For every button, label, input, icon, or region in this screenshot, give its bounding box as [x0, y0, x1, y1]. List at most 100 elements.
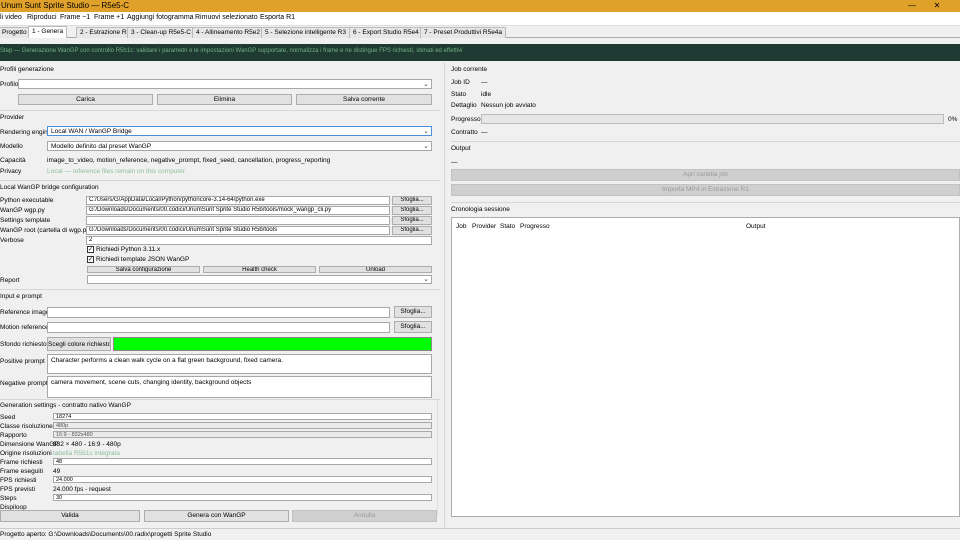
column-header-provider[interactable]: Provider: [472, 223, 496, 230]
tab-selezione[interactable]: 5 - Selezione intelligente R3: [261, 27, 350, 38]
python-label: Python executable: [0, 197, 54, 204]
tab-preset[interactable]: 7 - Preset Produttivi R5e4a: [420, 27, 507, 38]
model-label: Modello: [0, 143, 23, 150]
status-bar: Progetto aperto: G:\Downloads\Documents\…: [0, 528, 960, 540]
wgp-path-input[interactable]: G:/Downloads/Documents/00.codici/UnumSun…: [86, 206, 390, 215]
tab-estrazione[interactable]: 2 - Estrazione R1: [76, 27, 135, 38]
close-button[interactable]: ✕: [930, 1, 944, 10]
fps-estimated-value: 24.000 fps - request: [53, 486, 111, 493]
browse-wgp-button[interactable]: Sfoglia...: [392, 206, 432, 215]
dimension-value: 832 × 480 - 16:9 - 480p: [53, 441, 121, 448]
negative-prompt-textarea[interactable]: camera movement, scene cuts, changing id…: [47, 376, 432, 398]
tab-progetto[interactable]: Progetto: [0, 27, 31, 38]
report-select[interactable]: ⌄: [87, 275, 432, 284]
job-progress-label: Progresso: [451, 116, 481, 123]
menu-item-frame-next[interactable]: Frame +1: [94, 14, 124, 21]
require-python-checkbox[interactable]: ✓ Richiedi Python 3.11.x: [87, 246, 160, 253]
output-value: —: [451, 159, 458, 166]
generation-scrollbar[interactable]: [437, 400, 440, 514]
ratio-select[interactable]: 16:9 - 832x480: [53, 431, 432, 438]
minimize-button[interactable]: —: [905, 1, 919, 10]
origin-label: Origine risoluzioni: [0, 450, 52, 457]
model-select[interactable]: Modello definito dal preset WanGP ⌄: [47, 141, 432, 151]
divider: [0, 399, 440, 400]
save-profile-button[interactable]: Salva corrente: [296, 94, 432, 105]
steps-spinbox[interactable]: 30: [53, 494, 432, 501]
job-state-value: idle: [481, 91, 492, 98]
browse-motion-ref-button[interactable]: Sfoglia...: [394, 321, 432, 333]
tab-genera[interactable]: 1 - Genera: [28, 26, 68, 38]
profiles-section-title: Profili generazione: [0, 66, 54, 73]
validate-button[interactable]: Valida: [0, 510, 140, 522]
job-contract-value: —: [481, 129, 488, 136]
column-header-progresso[interactable]: Progresso: [520, 223, 550, 230]
title-bar: Unum Sunt Sprite Studio — R5e5-C — ✕: [0, 0, 960, 12]
require-python-label: Richiedi Python 3.11.x: [96, 246, 161, 254]
save-config-button[interactable]: Salva configurazione: [87, 266, 200, 273]
positive-prompt-textarea[interactable]: Character performs a clean walk cycle on…: [47, 354, 432, 374]
column-header-output[interactable]: Output: [746, 223, 766, 230]
job-contract-label: Contratto: [451, 129, 478, 136]
tab-clean-up[interactable]: 3 - Clean-up R5e5-C: [127, 27, 195, 38]
res-class-select[interactable]: 480p: [53, 422, 432, 429]
seed-spinbox[interactable]: 18274: [53, 413, 432, 420]
choose-color-button[interactable]: Scegli colore richiesto: [47, 337, 111, 351]
menu-item-video[interactable]: li video: [0, 14, 22, 21]
tab-allineamento[interactable]: 4 - Allineamento R5e2: [192, 27, 264, 38]
left-panel: Profili generazione Profilo ⌄ Carica Eli…: [0, 62, 440, 528]
wgp-label: WanGP wgp.py: [0, 207, 45, 214]
column-header-job[interactable]: Job: [456, 223, 466, 230]
capacity-value: image_to_video, motion_reference, negati…: [47, 157, 331, 164]
python-path-input[interactable]: C:/Users/G/AppData/Local/Python/pythonco…: [86, 196, 390, 205]
generate-button[interactable]: Genera con WanGP: [144, 510, 289, 522]
import-mp4-button[interactable]: Importa MP4 in Estrazione R1: [451, 184, 960, 196]
browse-python-button[interactable]: Sfoglia...: [392, 196, 432, 205]
job-progress-bar: [481, 114, 944, 124]
menu-item-export-r1[interactable]: Esporta R1: [260, 14, 295, 21]
motion-ref-input[interactable]: [47, 322, 390, 333]
job-id-value: —: [481, 79, 488, 86]
ref-image-input[interactable]: [47, 307, 390, 318]
browse-ref-image-button[interactable]: Sfoglia...: [394, 306, 432, 318]
wangp-root-input[interactable]: G:/Downloads/Documents/00.codici/UnumSun…: [86, 226, 390, 235]
privacy-value: Local — reference files remain on this c…: [47, 168, 187, 175]
settings-template-input[interactable]: [86, 216, 390, 225]
job-state-label: Stato: [451, 91, 467, 98]
checkmark-icon: ✓: [87, 256, 94, 263]
load-profile-button[interactable]: Carica: [18, 94, 153, 105]
chevron-down-icon: ⌄: [423, 276, 429, 283]
cancel-button[interactable]: Annulla: [292, 510, 437, 522]
divider: [451, 202, 960, 203]
delete-profile-button[interactable]: Elimina: [157, 94, 292, 105]
wangp-root-label: WanGP root (cartella di wgp.py): [0, 227, 92, 234]
engine-select[interactable]: Local WAN / WanGP Bridge ⌄: [47, 126, 432, 136]
browse-settings-button[interactable]: Sfoglia...: [392, 216, 432, 225]
health-check-button[interactable]: Health check: [203, 266, 316, 273]
verbose-value: 2: [89, 237, 93, 243]
open-job-folder-button[interactable]: Apri cartella job: [451, 169, 960, 181]
menu-item-play[interactable]: Riproduci: [27, 14, 57, 21]
profile-select[interactable]: ⌄: [18, 79, 432, 89]
divider: [0, 180, 440, 181]
ratio-label: Rapporto: [0, 432, 27, 439]
settings-template-label: Settings template: [0, 217, 51, 224]
divider: [451, 141, 960, 142]
verbose-label: Verbose: [0, 237, 24, 244]
tab-bar: Progetto 1 - Genera 2 - Estrazione R1 3 …: [0, 26, 960, 38]
require-template-label: Richiedi template JSON WanGP: [96, 256, 190, 264]
browse-root-button[interactable]: Sfoglia...: [392, 226, 432, 235]
frames-requested-spinbox[interactable]: 48: [53, 458, 432, 465]
menu-item-add-frame[interactable]: Aggiungi fotogramma: [127, 14, 194, 21]
verbose-spinbox[interactable]: 2: [86, 236, 432, 245]
motion-ref-label: Motion reference: [0, 324, 49, 331]
tab-export-studio[interactable]: 6 - Export Studio R5e4: [349, 27, 423, 38]
menu-item-frame-prev[interactable]: Frame −1: [60, 14, 90, 21]
require-template-checkbox[interactable]: ✓ Richiedi template JSON WanGP: [87, 256, 189, 263]
menu-item-remove-selected[interactable]: Rimuovi selezionato: [195, 14, 258, 21]
unload-button[interactable]: Unload: [319, 266, 432, 273]
profile-label: Profilo: [0, 81, 19, 88]
background-color-swatch[interactable]: [113, 337, 432, 351]
fps-requested-spinbox[interactable]: 24.000: [53, 476, 432, 483]
history-table[interactable]: Job Provider Stato Progresso Output: [451, 217, 960, 517]
column-header-stato[interactable]: Stato: [500, 223, 515, 230]
